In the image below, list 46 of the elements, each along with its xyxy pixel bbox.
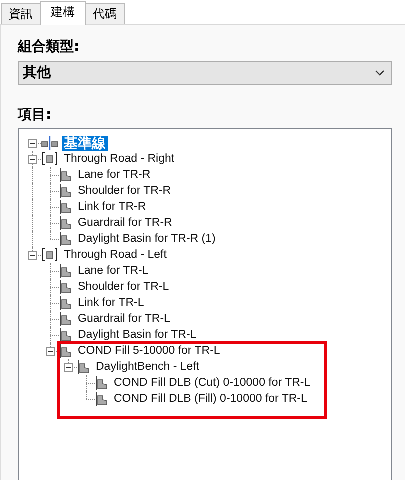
tree-item[interactable]: Link for TR-R — [76, 200, 148, 214]
subassembly-icon — [59, 184, 73, 198]
tab[interactable]: 代碼 — [85, 3, 125, 24]
tab[interactable]: 資訊 — [1, 3, 41, 24]
subassembly-icon — [95, 376, 109, 390]
tree-item[interactable]: Guardrail for TR-L — [76, 312, 172, 326]
tree-item[interactable]: Daylight Basin for TR-R (1) — [76, 232, 218, 246]
tree-item[interactable]: DaylightBench - Left — [94, 360, 202, 374]
region-icon — [41, 248, 59, 262]
tree-item[interactable]: Link for TR-L — [76, 296, 146, 310]
subassembly-icon — [59, 328, 73, 342]
field-label: 項目: — [18, 106, 53, 125]
tree-item[interactable]: Lane for TR-L — [76, 264, 151, 278]
tree-item[interactable]: Shoulder for TR-L — [76, 280, 172, 294]
subassembly-icon — [59, 344, 73, 358]
subassembly-icon — [59, 200, 73, 214]
collapse-toggle[interactable] — [46, 346, 54, 356]
tree-item[interactable]: Lane for TR-R — [76, 168, 153, 182]
subassembly-icon — [59, 168, 73, 182]
subassembly-icon — [59, 232, 73, 246]
tab[interactable]: 建構 — [40, 1, 86, 25]
collapse-toggle[interactable] — [28, 250, 36, 260]
assembly-type-dropdown[interactable]: 其他 — [18, 61, 392, 85]
tree-item[interactable]: Daylight Basin for TR-L — [76, 328, 199, 342]
collapse-toggle[interactable] — [28, 154, 36, 164]
tree-item[interactable]: Through Road - Right — [62, 152, 177, 166]
subassembly-icon — [59, 216, 73, 230]
tree-item[interactable]: Through Road - Left — [62, 248, 169, 262]
baseline-icon — [41, 136, 59, 150]
subassembly-icon — [77, 360, 91, 374]
field-label: 組合類型: — [18, 38, 81, 57]
tree-item[interactable]: Shoulder for TR-R — [76, 184, 174, 198]
chevron-down-icon — [375, 70, 385, 76]
subassembly-icon — [95, 392, 109, 406]
tree-item[interactable]: COND Fill DLB (Fill) 0-10000 for TR-L — [112, 392, 310, 406]
region-icon — [41, 152, 59, 166]
tree-item[interactable]: COND Fill 5-10000 for TR-L — [76, 344, 222, 358]
subassembly-icon — [59, 296, 73, 310]
collapse-toggle[interactable] — [28, 138, 36, 148]
tree-item[interactable]: Guardrail for TR-R — [76, 216, 174, 230]
subassembly-icon — [59, 264, 73, 278]
subassembly-icon — [59, 312, 73, 326]
subassembly-icon — [59, 280, 73, 294]
tree-item[interactable]: 基準線 — [62, 136, 108, 150]
tree-item[interactable]: COND Fill DLB (Cut) 0-10000 for TR-L — [112, 376, 313, 390]
collapse-toggle[interactable] — [64, 362, 72, 372]
